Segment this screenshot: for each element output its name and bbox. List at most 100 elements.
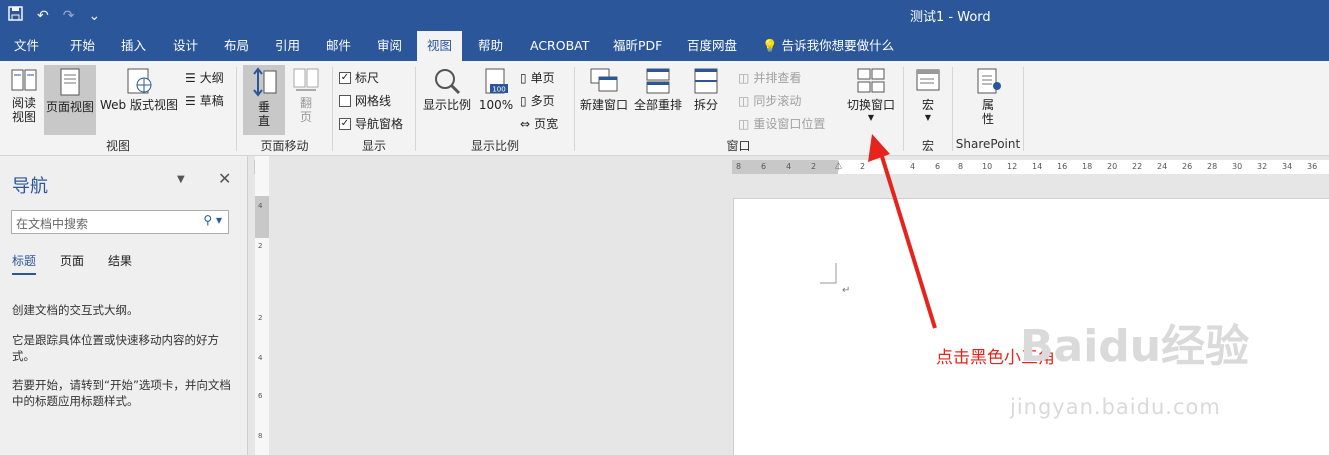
web-layout-label: Web 版式视图 (100, 98, 178, 112)
navigation-pane-checkbox[interactable]: ✓ 导航窗格 (339, 115, 403, 132)
navtab-pages[interactable]: 页面 (60, 252, 84, 275)
navtab-results[interactable]: 结果 (108, 252, 132, 275)
properties-button[interactable]: 属 性 (968, 67, 1008, 135)
undo-icon[interactable]: ↶ (37, 8, 49, 24)
read-mode-label: 阅读 视图 (11, 96, 36, 124)
hruler-label: 26 (1182, 162, 1193, 171)
reset-position-icon: ◫ (738, 116, 750, 131)
vertical-page-move-button[interactable]: 垂 直 (243, 65, 285, 135)
zoom-button[interactable]: 显示比例 (420, 67, 474, 131)
synchronous-scrolling-button[interactable]: ◫ 同步滚动 (738, 92, 801, 109)
reset-window-position-button[interactable]: ◫ 重设窗口位置 (738, 115, 825, 132)
draft-button[interactable]: ☰ 草稿 (185, 92, 224, 109)
navpane-hint-2: 它是跟踪具体位置或快速移动内容的好方式。 (12, 333, 219, 363)
one-page-button[interactable]: ▯ 单页 (520, 69, 555, 86)
side-to-side-button[interactable]: 翻 页 (287, 67, 325, 131)
navtab-headings[interactable]: 标题 (12, 252, 37, 275)
side-by-side-icon: ◫ (738, 70, 750, 85)
ruler-checkbox[interactable]: ✓ 标尺 (339, 69, 379, 86)
tab-acrobat[interactable]: ACROBAT (530, 31, 589, 61)
tab-file[interactable]: 文件 (14, 31, 39, 61)
tab-foxit-pdf[interactable]: 福昕PDF (613, 31, 662, 61)
search-icon[interactable]: ⚲ ▾ (203, 213, 222, 227)
print-layout-label: 页面视图 (45, 100, 94, 114)
search-placeholder: 在文档中搜索 (16, 217, 89, 231)
redo-icon[interactable]: ↷ (63, 8, 75, 24)
tab-review[interactable]: 审阅 (377, 31, 402, 61)
multiple-pages-button[interactable]: ▯ 多页 (520, 92, 555, 109)
svg-text:100: 100 (492, 86, 505, 94)
page-width-label: 页宽 (534, 117, 559, 131)
horizontal-ruler-margin (732, 160, 838, 174)
close-icon[interactable]: ✕ (218, 169, 231, 188)
vertical-icon (253, 67, 277, 97)
arrange-all-button[interactable]: 全部重排 (632, 67, 684, 131)
customize-qat-icon[interactable]: ⌄ (88, 8, 100, 24)
reset-position-label: 重设窗口位置 (753, 117, 826, 131)
outline-label: 大纲 (199, 71, 224, 85)
tab-references[interactable]: 引用 (275, 31, 300, 61)
magnifier-icon (435, 69, 461, 95)
gridlines-checkbox[interactable]: 网格线 (339, 92, 391, 109)
properties-icon (977, 68, 1001, 94)
web-layout-button[interactable]: Web 版式视图 (98, 67, 180, 131)
hruler-label: 32 (1257, 162, 1268, 171)
tab-home[interactable]: 开始 (70, 31, 95, 61)
group-separator (1023, 67, 1024, 151)
split-button[interactable]: 拆分 (688, 67, 724, 131)
ruler-check-icon: ✓ (339, 71, 351, 84)
hruler-label: 28 (1207, 162, 1218, 171)
sync-scroll-icon: ◫ (738, 93, 750, 108)
read-mode-button[interactable]: 阅读 视图 (6, 67, 42, 131)
tab-insert[interactable]: 插入 (121, 31, 146, 61)
outline-button[interactable]: ☰ 大纲 (185, 69, 224, 86)
multiple-pages-icon: ▯ (520, 93, 527, 108)
navpane-hint-1: 创建文档的交互式大纲。 (12, 303, 139, 317)
print-layout-button[interactable]: 页面视图 (44, 65, 96, 135)
hruler-label: 18 (1082, 162, 1093, 171)
tab-layout[interactable]: 布局 (224, 31, 249, 61)
window-title: 测试1 - Word (910, 10, 991, 25)
tab-baidu-netdisk[interactable]: 百度网盘 (687, 31, 737, 61)
navpane-options-icon[interactable]: ▼ (177, 174, 185, 185)
zoom-100-button[interactable]: 100 100% (477, 67, 515, 131)
tell-me-label: 告诉我你想要做什么 (781, 38, 895, 53)
tell-me-search[interactable]: 💡 告诉我你想要做什么 (762, 31, 894, 61)
tab-view[interactable]: 视图 (417, 31, 463, 61)
tab-mailings[interactable]: 邮件 (326, 31, 351, 61)
macros-button[interactable]: 宏 ▼ (908, 67, 948, 135)
view-side-by-side-button[interactable]: ◫ 并排查看 (738, 69, 801, 86)
switch-windows-button[interactable]: 切换窗口 ▼ (843, 67, 899, 135)
navpane-check-icon: ✓ (339, 117, 351, 130)
side-to-side-label: 翻 页 (299, 96, 312, 124)
annotation-arrow (868, 134, 937, 329)
vruler-label: 8 (258, 432, 263, 440)
arrange-all-icon (646, 68, 670, 94)
properties-label: 属 性 (981, 98, 994, 126)
indent-marker-icon[interactable]: ⏃ (834, 159, 843, 172)
page-width-button[interactable]: ⇔ 页宽 (520, 115, 558, 132)
sharepoint-group-label: SharePoint (955, 137, 1021, 151)
vruler-label: 4 (258, 202, 263, 210)
search-input[interactable]: 在文档中搜索 ⚲ ▾ (11, 210, 229, 234)
new-window-button[interactable]: 新建窗口 (578, 67, 630, 131)
navpane-title: 导航 (12, 176, 48, 197)
hruler-label: 14 (1032, 162, 1043, 171)
navpane-tabs: 标题 页面 结果 (12, 252, 132, 275)
one-page-icon: ▯ (520, 70, 527, 85)
web-layout-icon (127, 68, 152, 94)
print-layout-icon (60, 68, 80, 96)
hruler-label: 8 (736, 162, 742, 171)
watermark-logo: Baidu经验 (1020, 321, 1250, 372)
zoom-group-label: 显示比例 (470, 139, 519, 153)
views-group-label: 视图 (105, 139, 130, 153)
zoom-label: 显示比例 (422, 98, 471, 112)
outline-icon: ☰ (185, 70, 196, 85)
zoom-100-icon: 100 (485, 68, 508, 94)
tab-design[interactable]: 设计 (173, 31, 198, 61)
save-icon[interactable] (8, 6, 23, 25)
multiple-pages-label: 多页 (530, 94, 555, 108)
dropdown-triangle-icon[interactable]: ▼ (843, 114, 899, 122)
macros-dropdown-icon[interactable]: ▼ (908, 114, 948, 122)
tab-help[interactable]: 帮助 (478, 31, 503, 61)
